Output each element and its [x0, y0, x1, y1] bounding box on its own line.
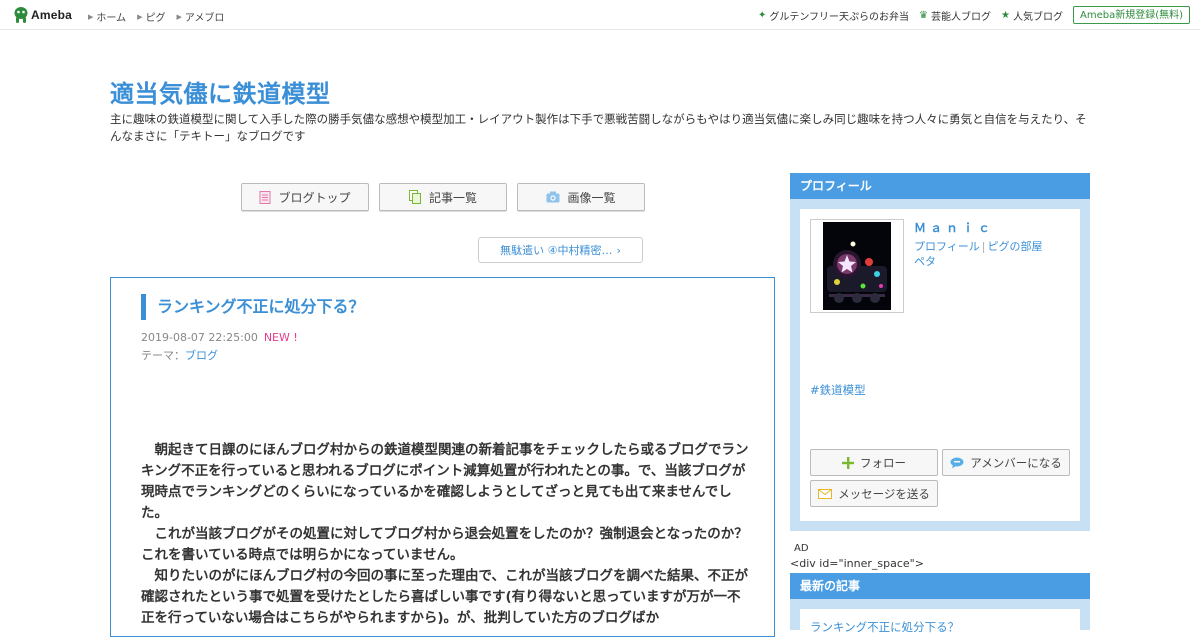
profile-inner: Ｍａｎｉｃ プロフィール | ピグの部屋 ペタ #鉄道模型 フォロー アメンバーにな… — [800, 209, 1080, 521]
global-nav: ▶ ホーム ▶ ピグ ▶ アメブロ — [88, 9, 235, 25]
pig-room-link[interactable]: ピグの部屋 — [988, 240, 1043, 253]
blog-description: 主に趣味の鉄道模型に関して入手した際の勝手気儘な感想や模型加工・レイアウト製作は… — [110, 112, 1087, 143]
chevron-right-icon: › — [616, 243, 621, 257]
ameba-mascot-icon — [13, 6, 29, 24]
profile-links: プロフィール | ピグの部屋 ペタ — [914, 239, 1043, 269]
new-badge: NEW ! — [263, 331, 298, 344]
link-separator: | — [981, 240, 986, 253]
article-list-button[interactable]: 記事一覧 — [379, 183, 507, 211]
camera-icon — [546, 191, 560, 203]
blog-top-button[interactable]: ブログトップ — [241, 183, 369, 211]
profile-link[interactable]: プロフィール — [914, 240, 980, 253]
peta-link[interactable]: ペタ — [914, 255, 936, 268]
link-celebrity-blog[interactable]: ♛ 芸能人ブログ — [919, 8, 991, 23]
ad-label: AD — [794, 543, 809, 554]
plus-icon — [842, 456, 854, 469]
link-gluten-free[interactable]: ✦ グルテンフリー天ぷらのお弁当 — [758, 8, 909, 23]
theme-link[interactable]: ブログ — [185, 349, 218, 362]
article-paragraph: これが当該ブログがその処置に対してブログ村から退会処置をしたのか？強制退会となっ… — [141, 526, 748, 563]
send-message-button[interactable]: メッセージを送る — [810, 480, 938, 507]
hashtag-link[interactable]: #鉄道模型 — [810, 382, 866, 398]
register-button[interactable]: Ameba新規登録(無料) — [1072, 6, 1190, 24]
chevron-right-icon: ▶ — [176, 12, 182, 21]
image-list-button[interactable]: 画像一覧 — [517, 183, 645, 211]
profile-name[interactable]: Ｍａｎｉｃ — [914, 219, 994, 236]
raw-code-text: <div id="inner_space"> — [790, 557, 924, 570]
envelope-icon — [818, 488, 833, 499]
article-title[interactable]: ランキング不正に処分下る？ — [141, 294, 365, 320]
pages-icon — [408, 190, 422, 204]
latest-articles-panel: ランキング不正に処分下る？ — [790, 599, 1090, 639]
global-header: Ameba ▶ ホーム ▶ ピグ ▶ アメブロ ✦ グルテンフリー天ぷらのお弁当 ♛ 芸能… — [0, 0, 1200, 30]
blog-title[interactable]: 適当気儘に鉄道模型 — [110, 74, 331, 109]
article-date: 2019-08-07 22:25:00 NEW ! — [141, 331, 298, 344]
chevron-right-icon: ▶ — [88, 12, 94, 21]
avatar[interactable] — [810, 219, 904, 313]
latest-articles-inner: ランキング不正に処分下る？ — [800, 609, 1080, 639]
latest-article-link[interactable]: ランキング不正に処分下る？ — [810, 619, 959, 635]
profile-panel: Ｍａｎｉｃ プロフィール | ピグの部屋 ペタ #鉄道模型 フォロー アメンバーにな… — [790, 199, 1090, 531]
chat-icon — [950, 457, 964, 469]
crown-icon: ♛ — [919, 9, 929, 21]
header-right-links: ✦ グルテンフリー天ぷらのお弁当 ♛ 芸能人ブログ ★ 人気ブログ Ameba新規登録… — [758, 6, 1190, 24]
profile-heading: プロフィール — [790, 173, 1090, 199]
sparkle-icon: ✦ — [757, 9, 767, 21]
article-paragraph: 知りたいのがにほんブログ村の今回の事に至った理由で、これが当該ブログを調べた結果… — [141, 568, 748, 626]
latest-articles-heading: 最新の記事 — [790, 573, 1090, 599]
star-icon: ★ — [1001, 9, 1010, 21]
brand-name: Ameba — [31, 8, 73, 22]
nav-pig[interactable]: ▶ ピグ — [137, 9, 165, 25]
article-card: ランキング不正に処分下る？ 2019-08-07 22:25:00 NEW ! テ… — [110, 277, 775, 637]
prev-article-link[interactable]: 無駄遣い ④中村精密… › — [478, 237, 643, 263]
chevron-right-icon: ▶ — [137, 12, 143, 21]
article-paragraph: 朝起きて日課のにほんブログ村からの鉄道模型関連の新着記事をチェックしたら或るブロ… — [141, 442, 749, 521]
follow-button[interactable]: フォロー — [810, 449, 938, 476]
article-theme: テーマ：ブログ — [141, 349, 218, 362]
become-member-button[interactable]: アメンバーになる — [942, 449, 1070, 476]
nav-home[interactable]: ▶ ホーム — [88, 9, 126, 25]
document-icon — [259, 190, 271, 204]
link-popular-blog[interactable]: ★ 人気ブログ — [1001, 8, 1063, 23]
article-body: 朝起きて日課のにほんブログ村からの鉄道模型関連の新着記事をチェックしたら或るブロ… — [141, 440, 751, 629]
avatar-image — [823, 222, 891, 310]
ameba-logo[interactable]: Ameba — [13, 6, 72, 24]
nav-ameblo[interactable]: ▶ アメブロ — [176, 9, 224, 25]
